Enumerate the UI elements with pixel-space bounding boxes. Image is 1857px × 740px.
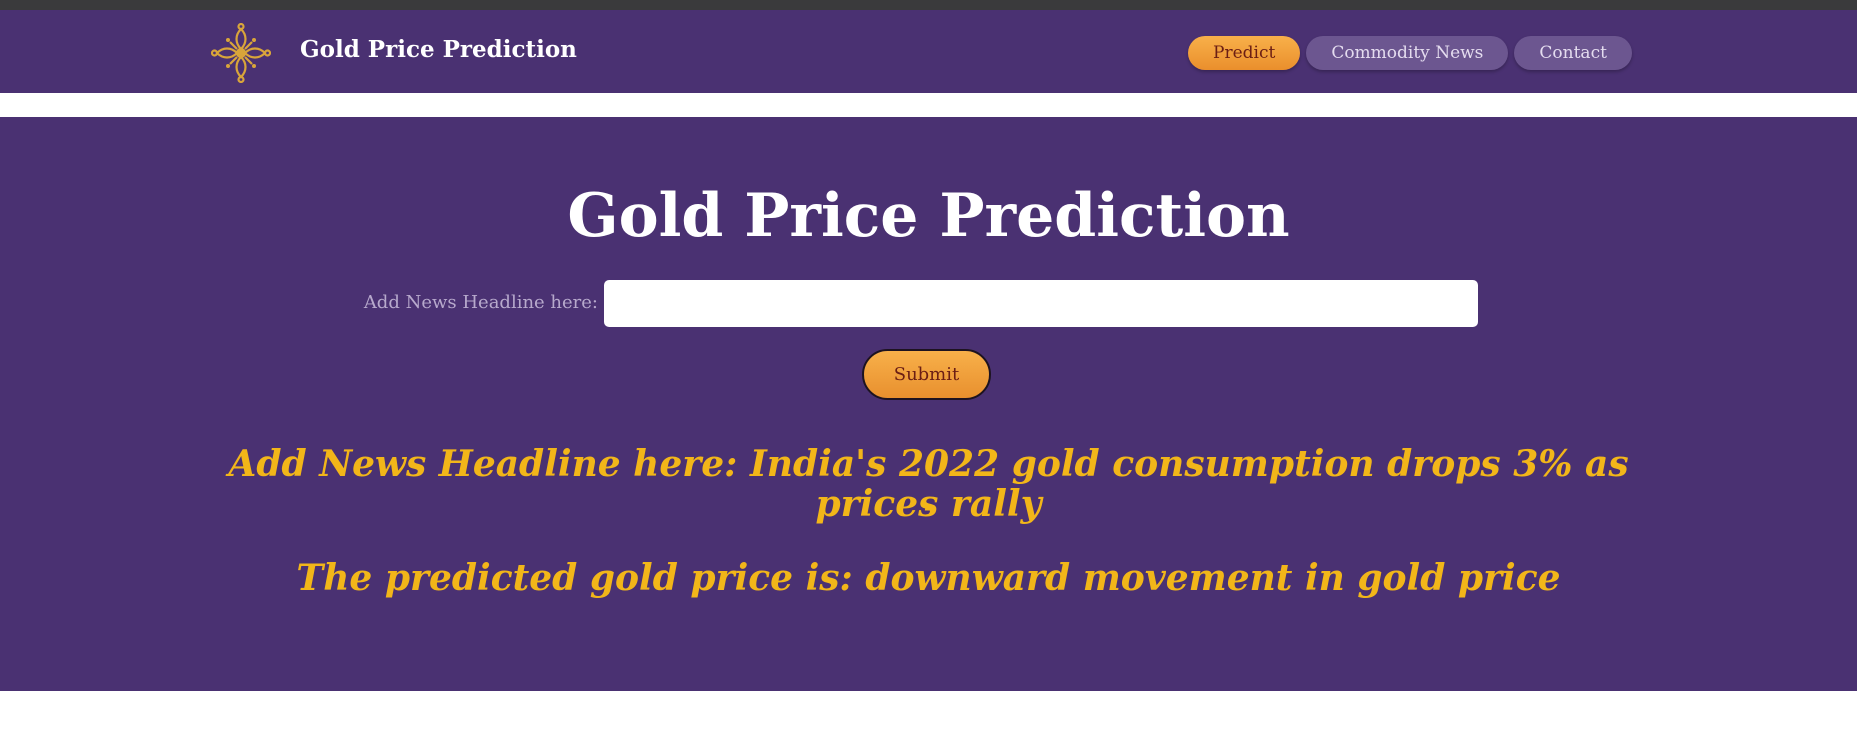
navbar: Gold Price Prediction Predict Commodity …	[0, 10, 1857, 93]
submit-button[interactable]: Submit	[862, 349, 991, 400]
brand-title[interactable]: Gold Price Prediction	[300, 36, 577, 63]
headline-input-label: Add News Headline here:	[363, 292, 598, 313]
headline-input[interactable]	[604, 280, 1478, 327]
nav-contact-button[interactable]: Contact	[1514, 36, 1632, 70]
nav-menu: Predict Commodity News Contact	[1188, 36, 1632, 70]
page-title: Gold Price Prediction	[567, 181, 1290, 251]
prediction-section: Gold Price Prediction Add News Headline …	[0, 117, 1857, 691]
nav-commodity-news-button[interactable]: Commodity News	[1306, 36, 1509, 70]
ornate-cross-logo-icon[interactable]	[211, 23, 271, 83]
prediction-result-text: The predicted gold price is: downward mo…	[296, 557, 1561, 599]
result-separator: -	[923, 495, 934, 521]
nav-predict-button[interactable]: Predict	[1188, 36, 1301, 70]
browser-top-strip	[0, 0, 1857, 10]
